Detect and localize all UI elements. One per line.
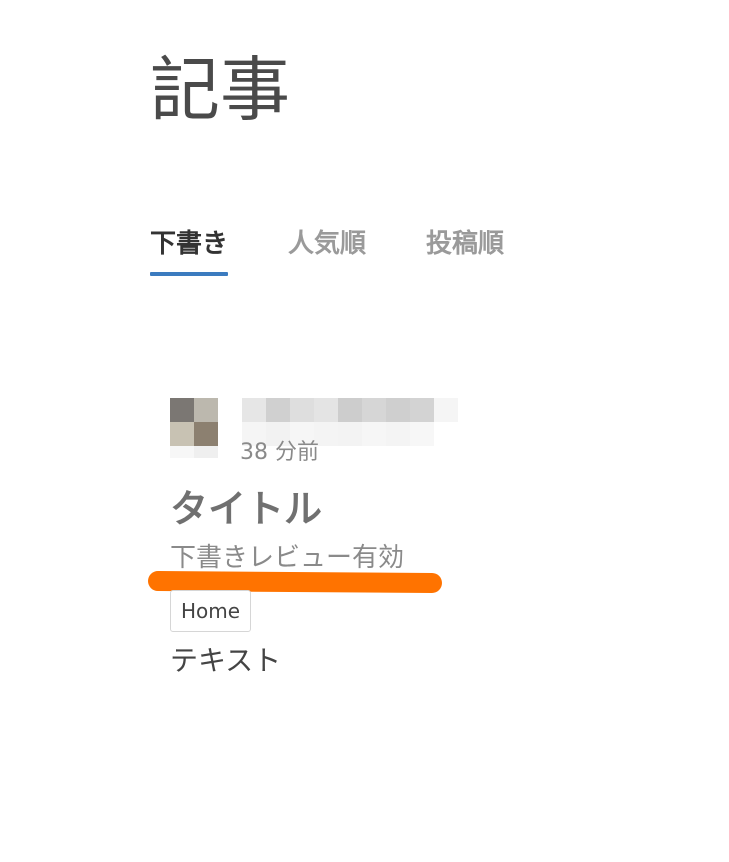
avatar-blur-fringe bbox=[170, 446, 218, 458]
post-title[interactable]: タイトル bbox=[170, 484, 322, 534]
post-timestamp: 38 分前 bbox=[240, 440, 319, 465]
tab-bar: 下書き 人気順 投稿順 bbox=[150, 224, 564, 276]
tag-chip[interactable]: Home bbox=[170, 590, 252, 632]
avatar[interactable] bbox=[170, 398, 218, 446]
tab-popular[interactable]: 人気順 bbox=[288, 224, 366, 276]
page-title: 記事 bbox=[150, 49, 290, 131]
post-body-text: テキスト bbox=[170, 644, 282, 677]
tab-drafts[interactable]: 下書き bbox=[150, 224, 229, 276]
tab-newest[interactable]: 投稿順 bbox=[426, 224, 504, 276]
username-redacted[interactable] bbox=[242, 398, 458, 446]
